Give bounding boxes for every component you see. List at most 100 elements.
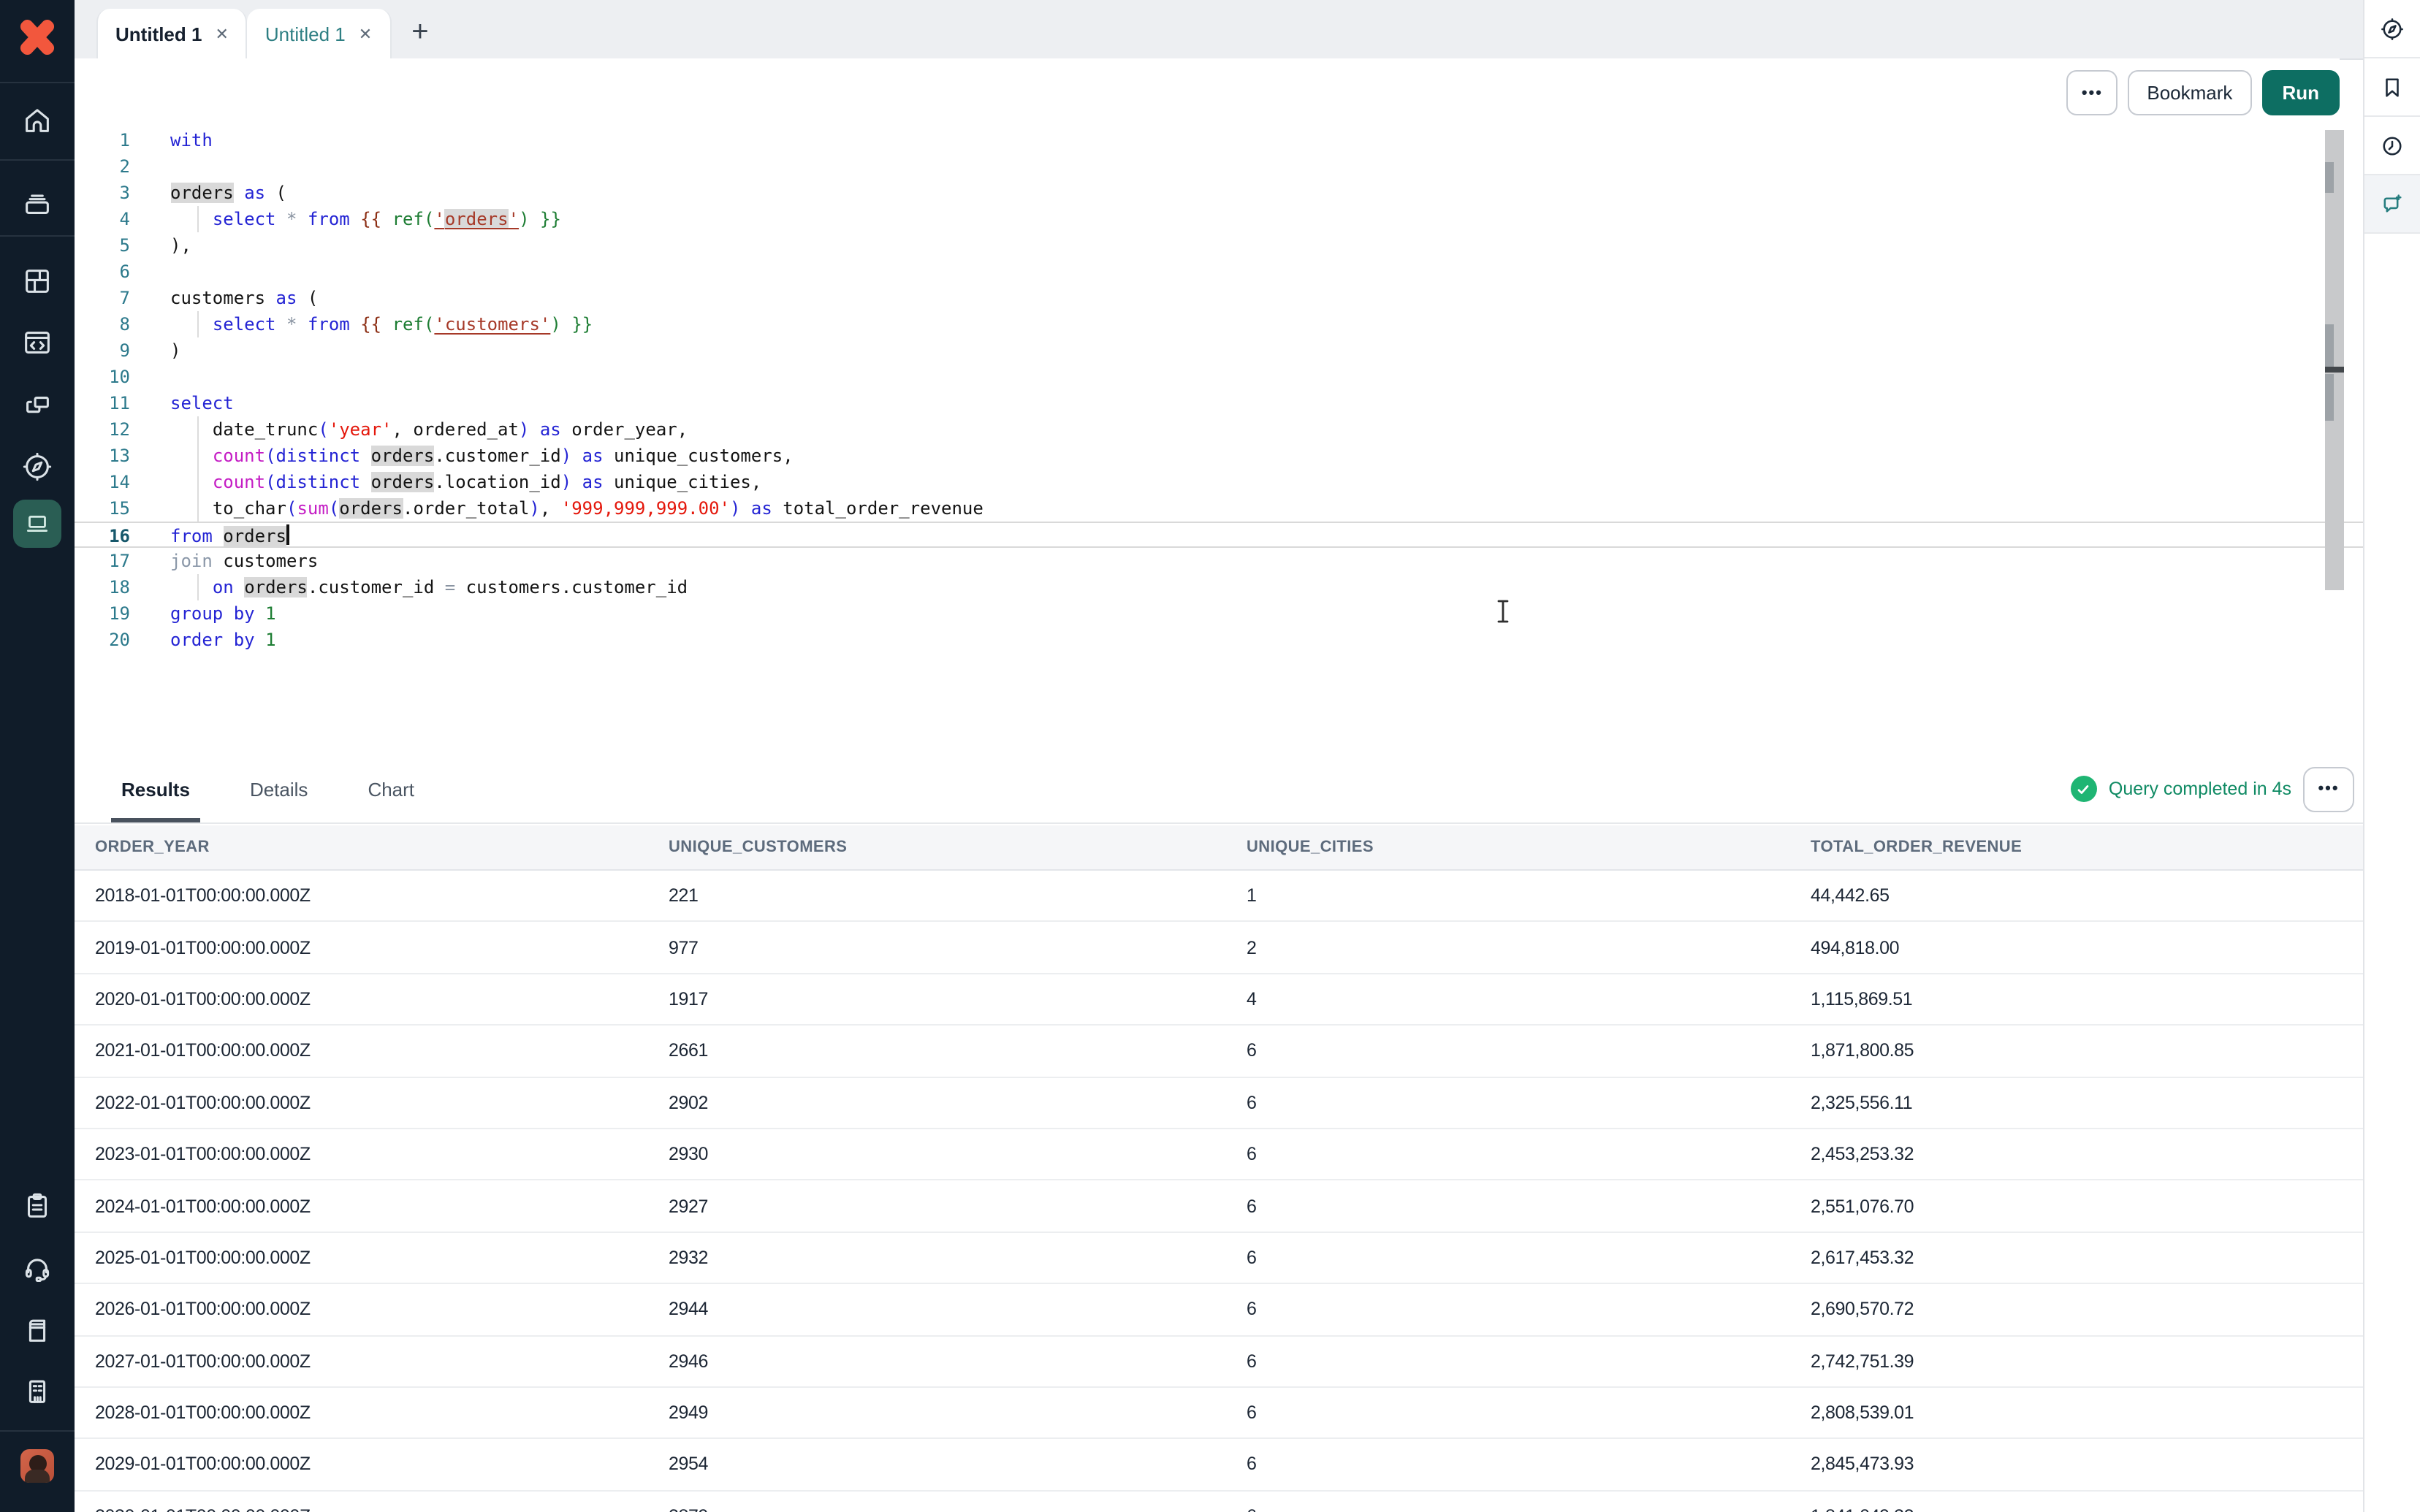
desktop-icon-active[interactable] <box>13 500 61 548</box>
cell-toolbar: ••• Bookmark Run <box>75 58 2340 129</box>
table-cell: 2019-01-01T00:00:00.000Z <box>75 922 648 974</box>
table-cell: 2023-01-01T00:00:00.000Z <box>75 1129 648 1180</box>
table-cell: 2,325,556.11 <box>1790 1077 2366 1129</box>
table-cell: 6 <box>1226 1283 1790 1335</box>
table-cell: 2,845,473.93 <box>1790 1439 2366 1491</box>
table-cell: 2949 <box>648 1387 1226 1439</box>
table-cell: 2,617,453.32 <box>1790 1232 2366 1283</box>
home-icon[interactable] <box>0 98 75 142</box>
text-cursor-pointer <box>1495 599 1511 631</box>
table-cell: 2946 <box>648 1335 1226 1387</box>
code-line: 14 count(distinct orders.location_id) as… <box>75 469 2364 495</box>
code-line: 12 date_trunc('year', ordered_at) as ord… <box>75 416 2364 443</box>
table-cell: 2026-01-01T00:00:00.000Z <box>75 1283 648 1335</box>
table-cell: 2025-01-01T00:00:00.000Z <box>75 1232 648 1283</box>
bookmark-button[interactable]: Bookmark <box>2128 70 2251 115</box>
column-header[interactable]: UNIQUE_CITIES <box>1226 825 1790 870</box>
table-row[interactable]: 2023-01-01T00:00:00.000Z293062,453,253.3… <box>75 1129 2366 1180</box>
column-header[interactable]: ORDER_YEAR <box>75 825 648 870</box>
table-cell: 221 <box>648 870 1226 922</box>
table-cell: 2029-01-01T00:00:00.000Z <box>75 1439 648 1491</box>
code-browser-icon[interactable] <box>0 320 75 364</box>
history-clock-icon[interactable] <box>2364 117 2420 175</box>
table-row[interactable]: 2021-01-01T00:00:00.000Z266161,871,800.8… <box>75 1025 2366 1077</box>
table-row[interactable]: 2030-01-01T00:00:00.000Z287961,841,049.3… <box>75 1490 2366 1512</box>
windows-icon[interactable] <box>0 384 75 428</box>
table-cell: 2021-01-01T00:00:00.000Z <box>75 1025 648 1077</box>
table-cell: 6 <box>1226 1335 1790 1387</box>
support-headset-icon[interactable] <box>0 1246 75 1290</box>
left-sidebar <box>0 0 75 1512</box>
close-icon[interactable]: ✕ <box>215 24 228 43</box>
results-more-button[interactable]: ••• <box>2303 766 2354 812</box>
tab-details[interactable]: Details <box>250 755 308 822</box>
table-row[interactable]: 2025-01-01T00:00:00.000Z293262,617,453.3… <box>75 1232 2366 1283</box>
table-cell: 2902 <box>648 1077 1226 1129</box>
tab-label: Untitled 1 <box>265 23 346 45</box>
table-row[interactable]: 2020-01-01T00:00:00.000Z191741,115,869.5… <box>75 974 2366 1026</box>
table-cell: 2024-01-01T00:00:00.000Z <box>75 1180 648 1232</box>
table-cell: 1,115,869.51 <box>1790 974 2366 1026</box>
table-cell: 6 <box>1226 1387 1790 1439</box>
table-cell: 2027-01-01T00:00:00.000Z <box>75 1335 648 1387</box>
table-cell: 1917 <box>648 974 1226 1026</box>
tab-chart[interactable]: Chart <box>368 755 414 822</box>
table-cell: 6 <box>1226 1025 1790 1077</box>
tab-results[interactable]: Results <box>121 755 190 822</box>
close-icon[interactable]: ✕ <box>359 24 372 43</box>
tab-untitled-1[interactable]: Untitled 1 ✕ <box>96 9 248 58</box>
table-cell: 6 <box>1226 1490 1790 1512</box>
status-text: Query completed in 4s <box>2109 779 2291 799</box>
table-row[interactable]: 2018-01-01T00:00:00.000Z221144,442.65 <box>75 870 2366 922</box>
dashboard-grid-icon[interactable] <box>0 259 75 302</box>
code-line: 16from orders <box>75 522 2364 548</box>
hex-logo-icon[interactable] <box>18 18 57 57</box>
results-table: ORDER_YEARUNIQUE_CUSTOMERSUNIQUE_CITIEST… <box>75 825 2366 1512</box>
docs-book-icon[interactable] <box>0 1307 75 1351</box>
table-cell: 2954 <box>648 1439 1226 1491</box>
table-cell: 1,841,049.32 <box>1790 1490 2366 1512</box>
table-row[interactable]: 2028-01-01T00:00:00.000Z294962,808,539.0… <box>75 1387 2366 1439</box>
table-row[interactable]: 2027-01-01T00:00:00.000Z294662,742,751.3… <box>75 1335 2366 1387</box>
editor-scrollbar[interactable] <box>2324 130 2343 590</box>
run-button[interactable]: Run <box>2261 70 2340 115</box>
ai-chat-sparkle-icon[interactable] <box>2364 175 2420 234</box>
column-header[interactable]: TOTAL_ORDER_REVENUE <box>1790 825 2366 870</box>
table-cell: 2661 <box>648 1025 1226 1077</box>
new-tab-icon[interactable]: + <box>411 16 428 50</box>
table-cell: 6 <box>1226 1439 1790 1491</box>
tab-untitled-2[interactable]: Untitled 1 ✕ <box>248 9 391 58</box>
table-cell: 977 <box>648 922 1226 974</box>
organization-building-icon[interactable] <box>0 1369 75 1413</box>
table-cell: 2,742,751.39 <box>1790 1335 2366 1387</box>
more-options-button[interactable]: ••• <box>2066 70 2118 115</box>
table-cell: 2932 <box>648 1232 1226 1283</box>
data-drawer-icon[interactable] <box>0 181 75 225</box>
table-row[interactable]: 2026-01-01T00:00:00.000Z294462,690,570.7… <box>75 1283 2366 1335</box>
bookmark-icon[interactable] <box>2364 58 2420 117</box>
table-row[interactable]: 2024-01-01T00:00:00.000Z292762,551,076.7… <box>75 1180 2366 1232</box>
sql-editor[interactable]: 1with23orders as (4 select * from {{ ref… <box>75 127 2364 755</box>
code-line: 15 to_char(sum(orders.order_total), '999… <box>75 495 2364 522</box>
table-row[interactable]: 2022-01-01T00:00:00.000Z290262,325,556.1… <box>75 1077 2366 1129</box>
query-status: Query completed in 4s ••• <box>2071 755 2354 822</box>
column-header[interactable]: UNIQUE_CUSTOMERS <box>648 825 1226 870</box>
table-cell: 4 <box>1226 974 1790 1026</box>
results-tab-bar: Results Details Chart <box>75 755 2364 824</box>
table-cell: 2030-01-01T00:00:00.000Z <box>75 1490 648 1512</box>
code-line: 3orders as ( <box>75 180 2364 206</box>
table-cell: 2930 <box>648 1129 1226 1180</box>
tab-label: Untitled 1 <box>115 23 202 45</box>
code-line: 7customers as ( <box>75 285 2364 311</box>
table-cell: 6 <box>1226 1180 1790 1232</box>
table-cell: 6 <box>1226 1129 1790 1180</box>
table-row[interactable]: 2019-01-01T00:00:00.000Z9772494,818.00 <box>75 922 2366 974</box>
compass-icon[interactable] <box>2364 0 2420 58</box>
user-avatar[interactable] <box>20 1449 54 1483</box>
code-line: 11select <box>75 390 2364 416</box>
explore-compass-icon[interactable] <box>0 444 75 488</box>
table-row[interactable]: 2029-01-01T00:00:00.000Z295462,845,473.9… <box>75 1439 2366 1491</box>
code-line: 20order by 1 <box>75 627 2364 653</box>
clipboard-icon[interactable] <box>0 1183 75 1227</box>
tab-bar: Untitled 1 ✕ Untitled 1 ✕ + <box>75 0 2364 60</box>
